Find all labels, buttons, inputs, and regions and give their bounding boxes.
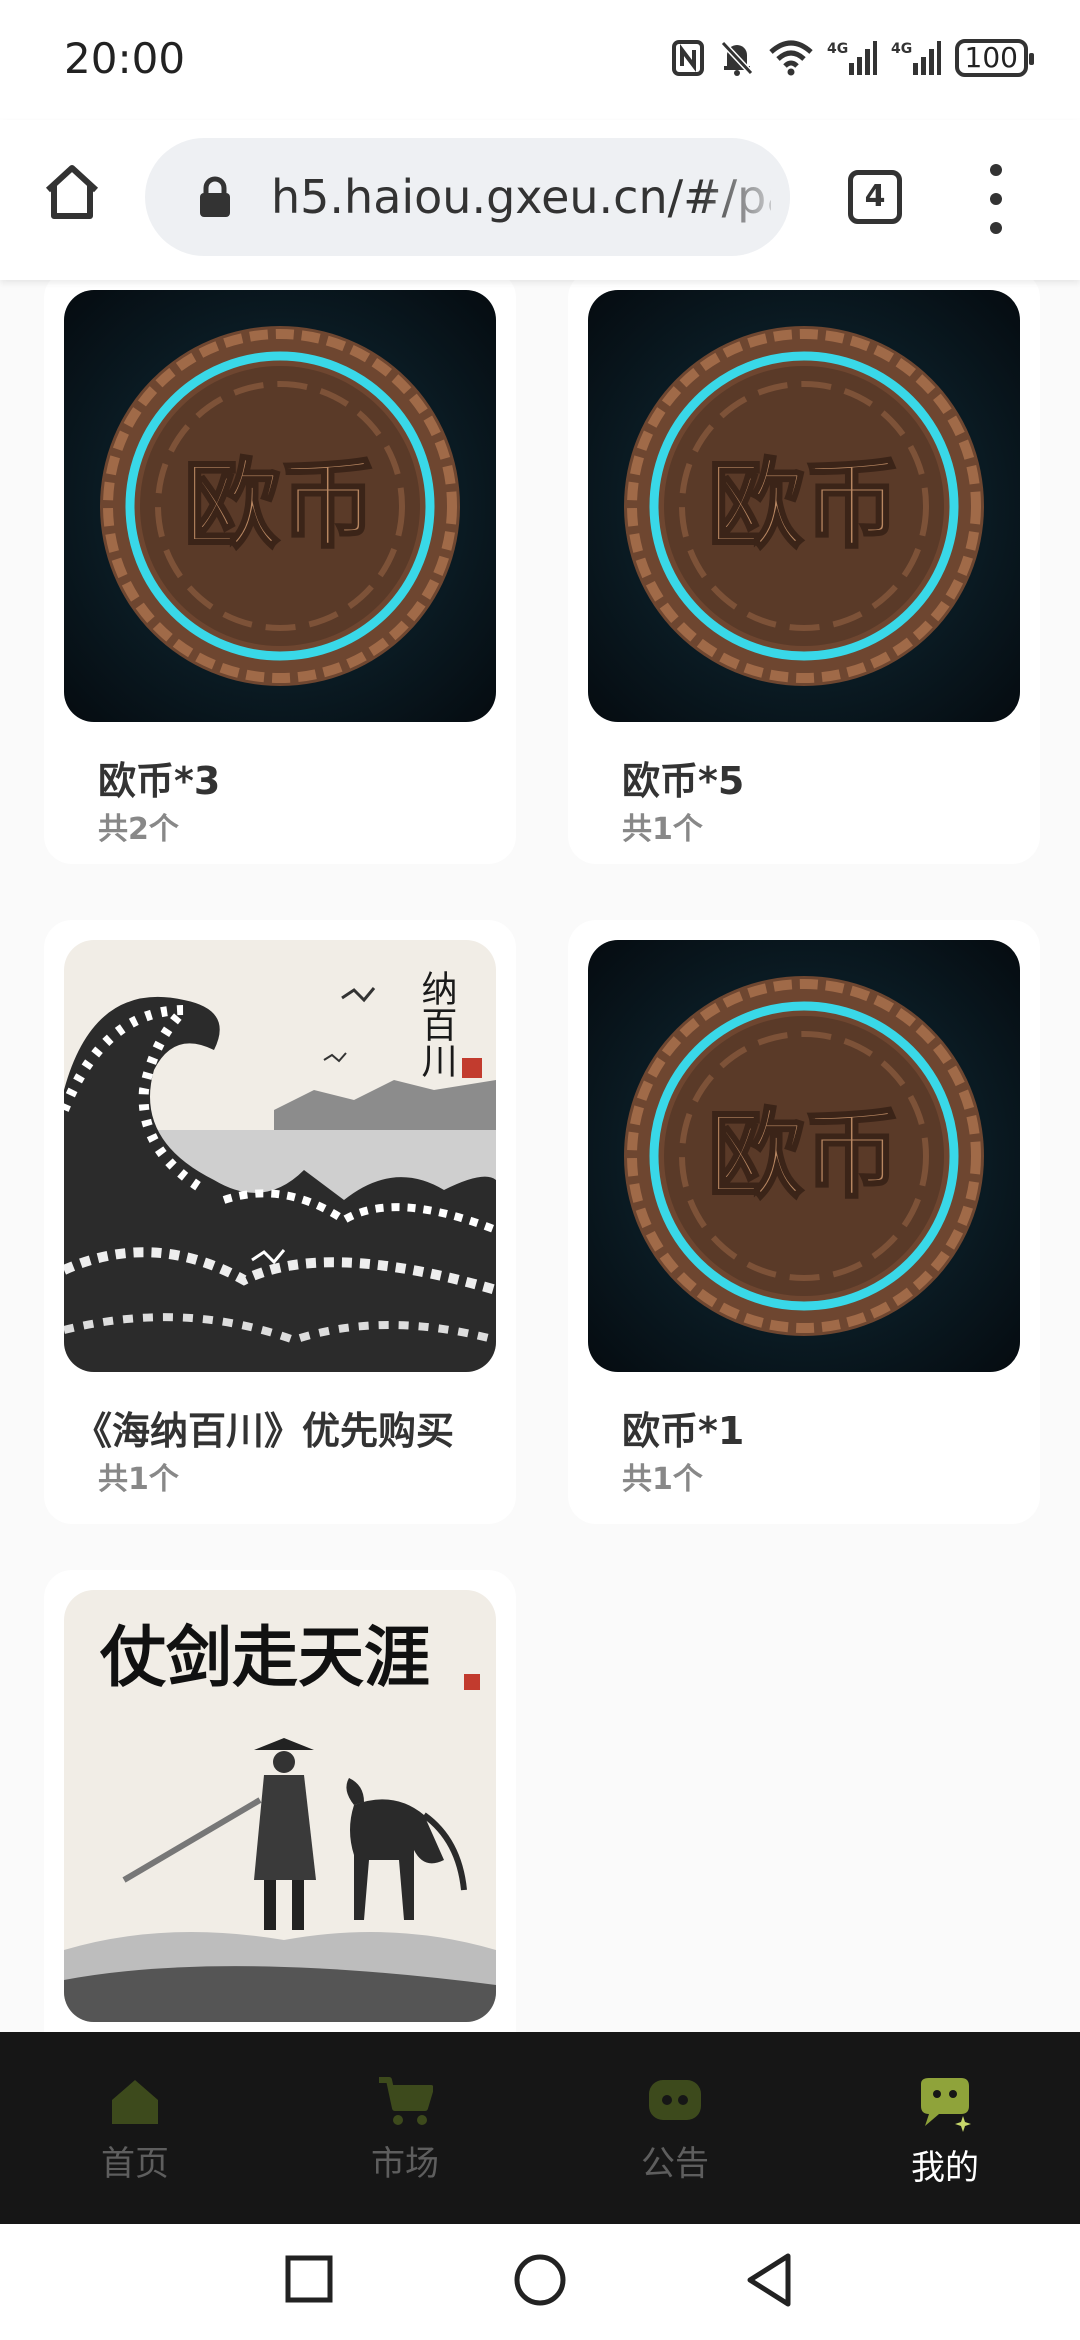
signal-label-1: 4G <box>827 41 848 57</box>
tab-label: 市场 <box>371 2144 439 2184</box>
wifi-icon <box>768 38 813 78</box>
tab-home[interactable]: 首页 <box>0 2032 270 2224</box>
tab-market[interactable]: 市场 <box>270 2032 540 2224</box>
sword-calligraphy: 仗剑走天涯 <box>99 1618 430 1696</box>
profile-icon <box>921 2078 971 2132</box>
battery-icon: 100 <box>954 38 1035 78</box>
coin-image: 欧币 <box>588 940 1020 1372</box>
collection-card[interactable]: 仗剑走天涯 <box>44 1570 516 2032</box>
collection-grid: 欧币 欧币*3 共2个 欧币 欧币*5 共1个 纳百川 《海纳百川》优先购买 共… <box>0 280 1080 2032</box>
tab-notice[interactable]: 公告 <box>540 2032 810 2224</box>
collection-card[interactable]: 欧币 欧币*1 共1个 <box>568 920 1040 1524</box>
waves-painting-image: 纳百川 <box>64 940 496 1372</box>
chat-icon <box>649 2080 701 2120</box>
coin-text: 欧币 <box>708 449 900 561</box>
coin-image: 欧币 <box>588 290 1020 722</box>
home-icon[interactable] <box>40 160 104 224</box>
back-icon[interactable] <box>744 2252 794 2308</box>
lock-icon <box>197 176 233 222</box>
cart-icon <box>379 2077 433 2125</box>
tab-label: 首页 <box>101 2144 169 2184</box>
url-fade <box>700 138 790 256</box>
swordsman-painting-image: 仗剑走天涯 <box>64 1590 496 2022</box>
home-icon <box>112 2080 158 2124</box>
nfc-icon <box>671 38 705 78</box>
home-circle-icon[interactable] <box>512 2252 568 2308</box>
tab-switcher-button[interactable]: 4 <box>848 170 902 224</box>
status-icons: 4G 4G 100 <box>671 38 1035 78</box>
signal-4g-icon: 4G <box>827 38 877 78</box>
item-title: 欧币*3 <box>98 759 221 803</box>
collection-card[interactable]: 欧币 欧币*5 共1个 <box>568 280 1040 864</box>
recents-icon[interactable] <box>284 2252 334 2306</box>
battery-level: 100 <box>954 39 1035 77</box>
collection-card[interactable]: 欧币 欧币*3 共2个 <box>44 280 516 864</box>
signal-label-2: 4G <box>891 41 912 57</box>
item-count: 共1个 <box>622 1462 703 1497</box>
mute-icon <box>719 38 755 78</box>
address-bar[interactable]: h5.haiou.gxeu.cn/#/pages <box>145 138 790 256</box>
item-count: 共1个 <box>98 1462 179 1497</box>
system-navigation-bar <box>0 2224 1080 2340</box>
item-title: 欧币*1 <box>622 1409 745 1453</box>
status-bar: 20:00 4G 4G 100 <box>0 0 1080 120</box>
signal-4g-icon: 4G <box>891 38 941 78</box>
item-title: 欧币*5 <box>622 759 745 803</box>
status-time: 20:00 <box>64 34 186 83</box>
item-title: 《海纳百川》优先购买 <box>74 1409 455 1453</box>
tab-label: 公告 <box>641 2144 709 2184</box>
browser-toolbar: h5.haiou.gxeu.cn/#/pages 4 <box>0 120 1080 280</box>
coin-text: 欧币 <box>184 449 376 561</box>
more-menu-icon[interactable] <box>978 164 1014 234</box>
tab-label: 我的 <box>911 2148 979 2188</box>
coin-image: 欧币 <box>64 290 496 722</box>
coin-text: 欧币 <box>708 1099 900 1211</box>
item-count: 共2个 <box>98 812 179 847</box>
item-count: 共1个 <box>622 812 703 847</box>
bottom-tab-bar: 首页 市场 公告 我的 <box>0 2032 1080 2224</box>
waves-calligraphy: 纳百川 <box>416 970 457 1078</box>
collection-card[interactable]: 纳百川 《海纳百川》优先购买 共1个 <box>44 920 516 1524</box>
url-text: h5.haiou.gxeu.cn/#/pages <box>271 170 771 224</box>
tab-profile[interactable]: 我的 <box>810 2032 1080 2224</box>
